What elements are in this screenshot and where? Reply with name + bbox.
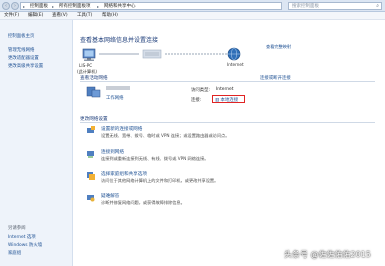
left-link-sharing[interactable]: 更改高级共享设置 [8,63,43,69]
search-input[interactable]: 搜索控制面板 ⌕ [288,2,382,10]
search-placeholder: 搜索控制面板 [292,4,319,9]
search-icon[interactable]: ⌕ [376,3,379,9]
left-link-adapter[interactable]: 更改适配器设置 [8,55,39,61]
menu-bar: 文件(F) 编辑(E) 查看(V) 工具(T) 帮助(H) [0,12,385,20]
crumb-all-items[interactable]: 所有控制面板项 [59,3,91,10]
connections-value: 本地连接 [220,98,239,103]
divider [80,122,375,123]
network-type-link[interactable]: 工作网络 [106,95,124,101]
crumb-network-center[interactable]: 网络和共享中心 [104,3,136,10]
left-pane: 控制面板主页 管理无线网络 更改适配器设置 更改高级共享设置 另请参阅 Inte… [0,20,73,266]
new-connection-icon [87,126,95,133]
crumb-separator-icon: ▸ [52,4,55,9]
left-link-wireless[interactable]: 管理无线网络 [8,47,34,53]
address-bar: ‹ › ▸ 控制面板 ▸ 所有控制面板项 ▸ 网络和共享中心 ⟳ 搜索控制面板 … [0,0,385,12]
left-link-internet-options[interactable]: Internet 选项 [8,234,36,240]
menu-file[interactable]: 文件(F) [4,12,19,20]
main-content: 查看基本网络信息并设置连接 查看完整映射 LIS-PC (此计算机) Inter… [73,20,385,266]
menu-tools[interactable]: 工具(T) [77,12,92,20]
crumb-control-panel[interactable]: 控制面板 [30,3,48,10]
task-desc: 连接到或重新连接到无线、有线、拨号或 VPN 网络连接。 [101,156,209,161]
task-homegroup[interactable]: 选择家庭组和共享选项 [101,171,147,177]
divider [80,81,375,82]
access-type-value: Internet [216,87,234,92]
left-link-homegroup[interactable]: 家庭组 [8,250,21,256]
watermark: 头条号 @佐佐佑佑2015 [284,250,371,259]
menu-edit[interactable]: 编辑(E) [28,12,43,20]
task-troubleshoot[interactable]: 疑难解答 [101,193,119,199]
access-type-label: 访问类型: [191,88,211,93]
homegroup-icon [87,172,95,180]
troubleshoot-icon [87,195,95,202]
folder-icon: ▸ [23,4,26,9]
forward-button[interactable]: › [11,2,19,10]
redacted-network-name [106,86,130,90]
left-link-home[interactable]: 控制面板主页 [8,33,34,39]
network-icon [142,49,162,59]
internet-label: Internet [227,62,244,67]
local-connection-link[interactable]: ▥ 本地连接 [215,97,238,103]
task-desc: 访问位于其他网络计算机上的文件和打印机，或更改共享设置。 [101,178,219,183]
task-setup-connection[interactable]: 设置新的连接或网络 [101,126,142,132]
pc-name: LIS-PC [79,63,93,68]
left-link-firewall[interactable]: Windows 防火墙 [8,242,42,248]
connect-network-icon [87,151,94,158]
back-button[interactable]: ‹ [2,2,10,10]
menu-view[interactable]: 查看(V) [52,12,68,20]
computer-icon [82,48,96,61]
connections-label: 连接: [191,98,202,103]
globe-icon [227,47,241,61]
work-network-icon [86,86,101,98]
see-also-header: 另请参阅 [8,226,26,231]
crumb-separator-icon: ▸ [97,4,100,9]
task-desc: 诊断并修复网络问题，或获得故障排除信息。 [101,200,185,205]
task-desc: 设置无线、宽带、拨号、临时或 VPN 连接；或设置路由器或访问点。 [101,133,230,138]
task-connect-network[interactable]: 连接到网络 [101,149,124,155]
menu-help[interactable]: 帮助(H) [102,12,118,20]
address-box[interactable]: ▸ 控制面板 ▸ 所有控制面板项 ▸ 网络和共享中心 ⟳ [20,2,298,10]
